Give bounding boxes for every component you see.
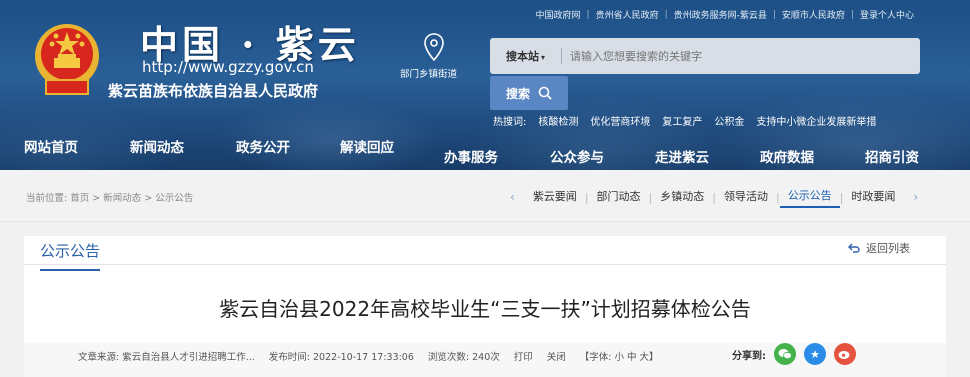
qzone-icon[interactable]: ★: [804, 343, 826, 365]
search-button[interactable]: 搜索: [490, 76, 568, 110]
section-title: 公示公告: [40, 240, 101, 271]
tab-announcements[interactable]: 公示公告: [779, 186, 840, 208]
main-nav: 网站首页 新闻动态 政务公开 解读回应 办事服务 公众参与 走进紫云 政府数据 …: [0, 132, 970, 170]
tab-town-news[interactable]: 乡镇动态: [652, 187, 712, 207]
section-divider: [24, 264, 946, 265]
breadcrumb-label: 当前位置:: [26, 193, 68, 204]
back-to-list-label: 返回列表: [866, 242, 910, 255]
chevron-right-icon[interactable]: ›: [913, 190, 918, 204]
hot-word[interactable]: 支持中小微企业发展新举措: [756, 113, 876, 128]
top-links: 中国政府网 | 贵州省人民政府 | 贵州政务服务网-紫云县 | 安顺市人民政府 | 登录…: [530, 8, 921, 22]
search-scope-label: 搜本站: [505, 50, 539, 63]
tab-ziyun-news[interactable]: 紫云要闻: [525, 187, 585, 207]
top-link-province[interactable]: 贵州省人民政府: [590, 8, 665, 21]
article-panel: 公示公告 返回列表 紫云自治县2022年高校毕业生“三支一扶”计划招募体检公告 …: [24, 236, 946, 377]
search-icon: [538, 86, 552, 100]
top-link-gov[interactable]: 中国政府网: [530, 8, 587, 21]
article-source: 文章来源: 紫云自治县人才引进招聘工作...: [78, 352, 255, 363]
weibo-icon[interactable]: [834, 343, 856, 365]
tab-current-affairs[interactable]: 时政要闻: [843, 187, 903, 207]
article-title: 紫云自治县2022年高校毕业生“三支一扶”计划招募体检公告: [219, 297, 751, 321]
search-scope-select[interactable]: 搜本站 ▾: [490, 48, 562, 64]
nav-gov-affairs[interactable]: 政务公开: [236, 136, 290, 156]
hot-words-label: 热搜词:: [493, 117, 527, 128]
article-meta: 文章来源: 紫云自治县人才引进招聘工作... 发布时间: 2022-10-17 …: [78, 349, 659, 363]
hot-word[interactable]: 优化营商环境: [590, 113, 650, 128]
location-pin-icon[interactable]: [424, 33, 444, 61]
view-count: 浏览次数: 240次: [427, 352, 500, 363]
breadcrumb: 当前位置: 首页 > 新闻动态 > 公示公告: [26, 190, 193, 204]
print-link[interactable]: 打印: [514, 349, 533, 363]
top-link-anshun[interactable]: 安顺市人民政府: [776, 8, 851, 21]
location-label[interactable]: 部门乡镇街道: [400, 66, 457, 80]
nav-interpretation[interactable]: 解读回应: [340, 136, 394, 156]
breadcrumb-path[interactable]: 首页 > 新闻动态 > 公示公告: [70, 193, 193, 204]
close-link[interactable]: 关闭: [547, 349, 566, 363]
hot-word[interactable]: 核酸检测: [538, 113, 578, 128]
nav-participation[interactable]: 公众参与: [550, 146, 604, 166]
share-label: 分享到:: [732, 350, 766, 362]
search-button-label: 搜索: [505, 86, 530, 101]
national-emblem-icon: [35, 24, 99, 95]
font-size-selector[interactable]: 【字体: 小 中 大】: [580, 349, 659, 363]
nav-home[interactable]: 网站首页: [24, 136, 78, 156]
hot-word[interactable]: 复工复产: [662, 113, 702, 128]
wechat-icon[interactable]: [774, 343, 796, 365]
site-header: 中国 · 紫云 http://www.gzzy.gov.cn 紫云苗族布依族自治…: [0, 0, 970, 170]
site-url: http://www.gzzy.gov.cn: [142, 58, 314, 76]
breadcrumb-bar: 当前位置: 首页 > 新闻动态 > 公示公告 ‹ 紫云要闻 | 部门动态 | 乡镇动…: [0, 170, 970, 222]
site-subtitle: 紫云苗族布依族自治县人民政府: [108, 82, 319, 100]
chevron-left-icon[interactable]: ‹: [510, 190, 515, 204]
publish-time: 发布时间: 2022-10-17 17:33:06: [268, 352, 414, 363]
tab-leader-activity[interactable]: 领导活动: [716, 187, 776, 207]
nav-services[interactable]: 办事服务: [444, 146, 498, 166]
hot-words: 热搜词: 核酸检测 优化营商环境 复工复产 公积金 支持中小微企业发展新举措: [493, 113, 876, 128]
nav-investment[interactable]: 招商引资: [865, 146, 919, 166]
tab-dept-news[interactable]: 部门动态: [589, 187, 649, 207]
nav-news[interactable]: 新闻动态: [130, 136, 184, 156]
search-bar: 搜本站 ▾: [490, 38, 920, 74]
return-icon: [848, 243, 860, 253]
search-input[interactable]: [562, 49, 920, 63]
category-tabs: ‹ 紫云要闻 | 部门动态 | 乡镇动态 | 领导活动 | 公示公告 | 时政要闻 ›: [500, 186, 928, 208]
caret-down-icon: ▾: [540, 53, 545, 62]
top-link-service[interactable]: 贵州政务服务网-紫云县: [668, 8, 773, 21]
nav-about-ziyun[interactable]: 走进紫云: [655, 146, 709, 166]
share-bar: 分享到: ★: [732, 343, 856, 365]
back-to-list-link[interactable]: 返回列表: [848, 240, 910, 256]
hot-word[interactable]: 公积金: [714, 113, 744, 128]
nav-gov-data[interactable]: 政府数据: [760, 146, 814, 166]
login-link[interactable]: 登录个人中心: [854, 8, 920, 21]
